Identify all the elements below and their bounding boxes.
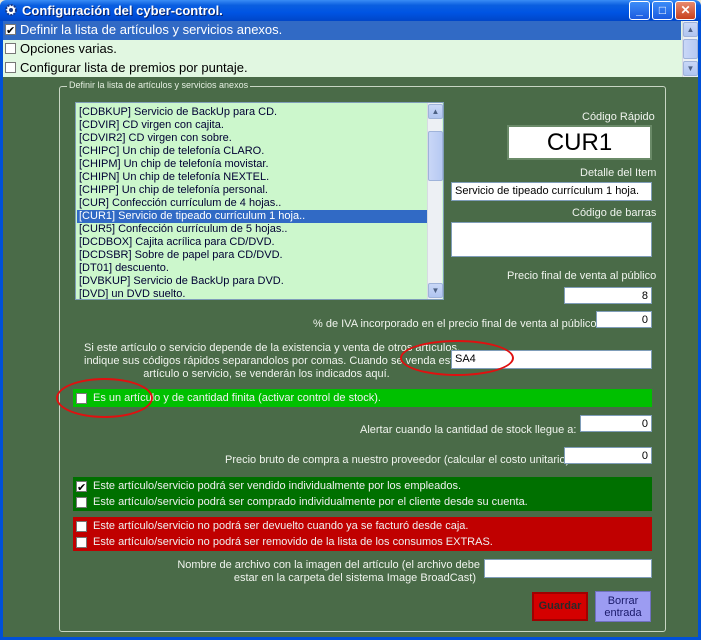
list-item[interactable]: [DVD] un DVD suelto. <box>77 288 427 299</box>
stock-alert-field[interactable]: 0 <box>580 415 652 432</box>
buy-individually-label: Este artículo/servicio podrá ser comprad… <box>93 496 528 508</box>
no-return-checkbox[interactable] <box>76 521 87 532</box>
list-item[interactable]: [CHIPP] Un chip de telefonía personal. <box>77 184 427 197</box>
option-label: Definir la lista de artículos y servicio… <box>20 22 283 37</box>
list-item[interactable]: [CDVIR] CD virgen con cajita. <box>77 119 427 132</box>
barcode-label: Código de barras <box>572 207 657 219</box>
image-file-label-1: Nombre de archivo con la imagen del artí… <box>177 559 480 571</box>
gross-price-label: Precio bruto de compra a nuestro proveed… <box>225 454 570 466</box>
list-item[interactable]: [CUR] Confección currículum de 4 hojas.. <box>77 197 427 210</box>
list-item[interactable]: [CUR5] Confección currículum de 5 hojas.… <box>77 223 427 236</box>
image-file-field[interactable] <box>484 559 652 578</box>
scroll-thumb[interactable] <box>428 131 443 181</box>
no-remove-row[interactable]: Este artículo/servicio no podrá ser remo… <box>73 533 652 551</box>
item-detail-label: Detalle del Item <box>580 167 657 179</box>
quick-code-label: Código Rápido <box>582 111 655 123</box>
clear-entry-label-2: entrada <box>604 607 642 619</box>
gear-icon <box>5 4 17 16</box>
clear-entry-button[interactable]: Borrar entrada <box>595 591 651 622</box>
list-item[interactable]: [DCDSBR] Sobre de papel para CD/DVD. <box>77 249 427 262</box>
no-remove-label: Este artículo/servicio no podrá ser remo… <box>93 536 493 548</box>
annotation-oval-dependencies <box>400 340 514 376</box>
scroll-down-icon[interactable]: ▼ <box>428 283 443 298</box>
list-item[interactable]: [CHIPC] Un chip de telefonía CLARO. <box>77 145 427 158</box>
save-button[interactable]: Guardar <box>532 592 588 621</box>
item-detail-field[interactable]: Servicio de tipeado currículum 1 hoja. <box>451 182 652 201</box>
close-button[interactable]: ✕ <box>675 1 696 20</box>
items-list[interactable]: [CDBKUP] Servicio de BackUp para CD. [CDV… <box>75 102 444 300</box>
dependencies-text-1: Si este artículo o servicio depende de l… <box>84 342 461 354</box>
final-price-label: Precio final de venta al público <box>507 270 657 282</box>
image-file-label-2: estar en la carpeta del sistema Image Br… <box>233 572 476 584</box>
option-checkbox[interactable] <box>5 43 16 54</box>
sell-individually-checkbox[interactable] <box>76 479 87 497</box>
title-bar[interactable]: Configuración del cyber-control. <box>0 0 701 21</box>
option-label: Configurar lista de premios por puntaje. <box>20 60 248 75</box>
list-item[interactable]: [DVBKUP] Servicio de BackUp para DVD. <box>77 275 427 288</box>
list-item[interactable]: [CDVIR2] CD virgen con sobre. <box>77 132 427 145</box>
minimize-button[interactable]: _ <box>629 1 650 20</box>
quick-code-field[interactable]: CUR1 <box>507 125 652 160</box>
options-list[interactable]: Definir la lista de artículos y servicio… <box>3 21 698 77</box>
list-item[interactable]: [DCDBOX] Cajita acrílica para CD/DVD. <box>77 236 427 249</box>
dependencies-text-2: indique sus códigos rápidos separandolos… <box>84 355 460 367</box>
options-scrollbar[interactable]: ▲ ▼ <box>682 21 698 77</box>
scroll-thumb[interactable] <box>683 39 698 59</box>
scroll-up-icon[interactable]: ▲ <box>428 104 443 119</box>
list-item[interactable]: [CUR1] Servicio de tipeado currículum 1 … <box>77 210 427 223</box>
option-row-misc[interactable]: Opciones varias. <box>3 40 681 59</box>
maximize-button[interactable]: □ <box>652 1 673 20</box>
barcode-field[interactable] <box>451 222 652 257</box>
option-checkbox[interactable] <box>5 62 16 73</box>
list-item[interactable]: [DT01] descuento. <box>77 262 427 275</box>
window-title: Configuración del cyber-control. <box>22 3 223 18</box>
scroll-down-icon[interactable]: ▼ <box>683 61 698 76</box>
no-remove-checkbox[interactable] <box>76 537 87 548</box>
final-price-field[interactable]: 8 <box>564 287 652 304</box>
option-label: Opciones varias. <box>20 41 117 56</box>
group-title: Definir la lista de artículos y servicio… <box>67 80 251 90</box>
buy-individually-row[interactable]: Este artículo/servicio podrá ser comprad… <box>73 493 652 511</box>
stock-control-bar[interactable]: Es un artículo y de cantidad finita (act… <box>73 389 652 407</box>
scroll-up-icon[interactable]: ▲ <box>683 22 698 37</box>
clear-entry-label-1: Borrar <box>607 595 639 607</box>
option-row-articles[interactable]: Definir la lista de artículos y servicio… <box>3 21 681 40</box>
gross-price-field[interactable]: 0 <box>564 447 652 464</box>
list-item[interactable]: [CDBKUP] Servicio de BackUp para CD. <box>77 106 427 119</box>
option-row-prizes[interactable]: Configurar lista de premios por puntaje. <box>3 59 681 77</box>
iva-label: % de IVA incorporado en el precio final … <box>313 318 597 330</box>
items-scrollbar[interactable]: ▲ ▼ <box>427 103 443 299</box>
dependencies-text-3: artículo o servicio, se venderán los ind… <box>143 368 390 380</box>
list-item[interactable]: [CHIPM] Un chip de telefonía movistar. <box>77 158 427 171</box>
stock-alert-label: Alertar cuando la cantidad de stock lleg… <box>360 424 577 436</box>
iva-field[interactable]: 0 <box>596 311 652 328</box>
buy-individually-checkbox[interactable] <box>76 497 87 508</box>
list-item[interactable]: [CHIPN] Un chip de telefonía NEXTEL. <box>77 171 427 184</box>
option-checkbox[interactable] <box>5 22 16 40</box>
annotation-oval-stock <box>56 378 153 418</box>
